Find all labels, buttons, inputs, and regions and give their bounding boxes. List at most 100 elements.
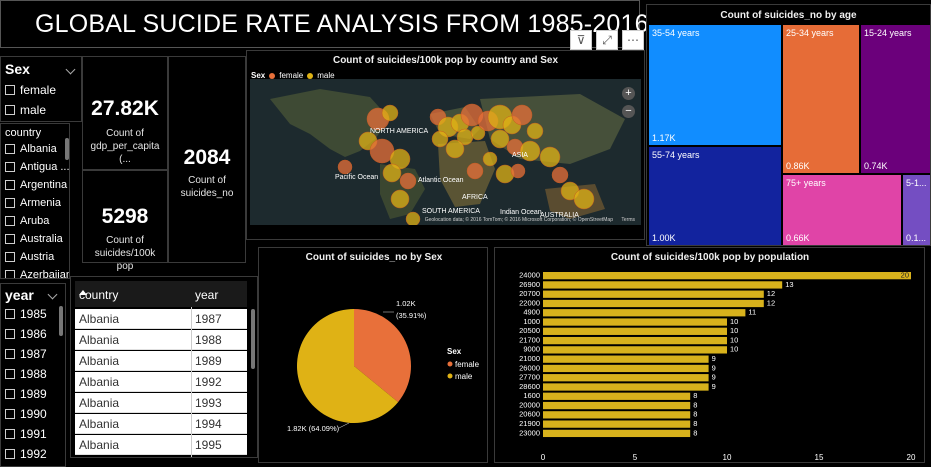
slicer-option[interactable]: 1992 [5,447,47,461]
bar[interactable] [543,318,727,326]
slicer-option[interactable]: 1985 [5,307,47,321]
zoom-in-icon[interactable]: + [622,87,635,100]
bar[interactable] [543,327,727,335]
column-header-country[interactable]: country [79,288,118,302]
slicer-option[interactable]: 1987 [5,347,47,361]
slicer-option[interactable]: Australia [5,233,63,245]
map-bubble[interactable] [551,166,569,184]
checkbox[interactable] [5,180,15,190]
checkbox[interactable] [5,369,15,379]
map-visual[interactable]: Count of suicides/100k pop by country an… [246,50,645,240]
table-row[interactable]: Albania 1989 [75,351,247,371]
map-terms-link[interactable]: Terms [621,217,635,223]
checkbox[interactable] [5,105,15,115]
map-bubble[interactable] [445,139,465,159]
treemap-cell[interactable]: 55-74 years 1.00K [649,147,781,245]
checkbox[interactable] [5,309,15,319]
slicer-option[interactable]: Azerbaijan [5,269,69,278]
slicer-option[interactable]: 1988 [5,367,47,381]
chevron-down-icon[interactable] [65,64,76,75]
map-bubble[interactable] [466,162,484,180]
table-row[interactable]: Albania 1988 [75,330,247,350]
bubble-map[interactable]: NORTH AMERICA Pacific Ocean Atlantic Oce… [250,79,641,225]
checkbox[interactable] [5,252,15,262]
table-row[interactable]: Albania 1995 [75,435,247,455]
bar[interactable] [543,420,691,428]
checkbox[interactable] [5,409,15,419]
more-options-icon[interactable]: ⋯ [622,30,644,50]
bar[interactable] [543,309,746,317]
map-bubble[interactable] [337,159,353,175]
bar[interactable] [543,374,709,382]
table-row[interactable]: Albania 1987 [75,309,247,329]
zoom-out-icon[interactable]: − [622,105,635,118]
scrollbar[interactable] [251,309,255,369]
bar[interactable] [543,364,709,373]
slicer-option[interactable]: male [5,103,46,117]
checkbox[interactable] [5,85,15,95]
bar[interactable] [543,336,727,345]
slicer-option[interactable]: Aruba [5,215,49,227]
bar[interactable] [543,383,709,391]
column-header-year[interactable]: year [195,288,218,302]
scrollbar[interactable] [59,306,63,336]
checkbox[interactable] [5,389,15,399]
country-slicer[interactable]: country Albania Antigua ... Argentina Ar… [0,123,70,279]
checkbox[interactable] [5,449,15,459]
treemap-cell[interactable]: 5-1... 0.1... [903,175,930,245]
bar[interactable] [543,346,727,354]
bar[interactable] [543,401,691,410]
checkbox[interactable] [5,429,15,439]
slicer-option[interactable]: Albania [5,143,57,155]
bar[interactable] [543,411,691,419]
year-slicer[interactable]: year 1985 1986 1987 1988 1989 1990 1991 … [0,283,66,467]
checkbox[interactable] [5,216,15,226]
checkbox[interactable] [5,162,15,172]
checkbox[interactable] [5,329,15,339]
checkbox[interactable] [5,144,15,154]
sex-slicer[interactable]: Sex female male [0,56,82,122]
treemap-cell[interactable]: 15-24 years 0.74K [861,25,930,173]
bar[interactable] [543,281,783,289]
bar[interactable] [543,355,709,363]
map-bubble[interactable] [495,164,515,184]
map-bubble[interactable] [390,189,410,209]
checkbox[interactable] [5,198,15,208]
treemap-cell[interactable]: 25-34 years 0.86K [783,25,859,173]
table-row[interactable]: Albania 1992 [75,372,247,392]
bar[interactable] [543,290,764,298]
pie-chart-visual[interactable]: Count of suicides_no by Sex 1.02K (35.91%… [258,247,488,463]
slicer-option[interactable]: 1991 [5,427,47,441]
bar[interactable] [543,429,691,438]
country-year-table[interactable]: country year Albania 1987 Albania 1988 Alb… [70,276,258,458]
map-bubble[interactable] [526,122,544,140]
slicer-option[interactable]: female [5,83,56,97]
treemap-cell[interactable]: 75+ years 0.66K [783,175,901,245]
bar-chart-visual[interactable]: Count of suicides/100k pop by population… [494,247,925,463]
map-bubble[interactable] [381,104,399,122]
map-bubble[interactable] [510,163,526,179]
map-bubble[interactable] [490,129,510,149]
map-bubble[interactable] [482,151,498,167]
map-bubble[interactable] [431,130,449,148]
slicer-option[interactable]: Antigua ... [5,161,69,173]
checkbox[interactable] [5,234,15,244]
slicer-option[interactable]: 1990 [5,407,47,421]
bar[interactable] [543,392,691,400]
checkbox[interactable] [5,349,15,359]
chevron-down-icon[interactable] [47,289,58,300]
table-row[interactable]: Albania 1993 [75,393,247,413]
slicer-option[interactable]: Argentina [5,179,67,191]
map-bubble[interactable] [399,172,417,190]
scrollbar[interactable] [65,138,69,160]
slicer-option[interactable]: Armenia [5,197,61,209]
map-bubble[interactable] [405,211,421,225]
bar[interactable] [543,272,911,280]
map-bubble[interactable] [382,163,402,183]
focus-mode-icon[interactable]: ⤢ [596,30,618,50]
slicer-option[interactable]: 1986 [5,327,47,341]
map-bubble[interactable] [511,104,533,126]
slicer-option[interactable]: Austria [5,251,54,263]
treemap-visual[interactable]: Count of suicides_no by age 35-54 years 1… [646,4,931,246]
map-bubble[interactable] [573,188,595,210]
